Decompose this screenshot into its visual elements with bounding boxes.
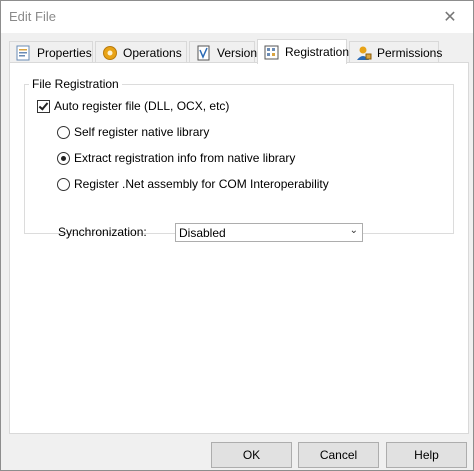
tab-label: Properties (37, 45, 92, 60)
version-icon (197, 45, 210, 60)
option-extract-info[interactable]: Extract registration info from native li… (57, 151, 295, 165)
option-label: Self register native library (74, 125, 210, 139)
title-bar: Edit File ✕ (1, 1, 473, 33)
tab-registration[interactable]: Registration (257, 39, 350, 64)
synchronization-label: Synchronization: (58, 225, 147, 239)
tab-label: Operations (123, 45, 182, 60)
option-label: Extract registration info from native li… (74, 151, 296, 165)
footer-divider (1, 435, 473, 436)
auto-register-label: Auto register file (DLL, OCX, etc) (54, 99, 230, 113)
option-register-net[interactable]: Register .Net assembly for COM Interoper… (57, 177, 329, 191)
self-register-radio[interactable] (57, 125, 70, 139)
sync-label-row: Synchronization: (58, 225, 147, 239)
auto-register-checkbox[interactable] (37, 99, 50, 113)
tab-label: Permissions (377, 45, 443, 60)
cancel-button[interactable]: Cancel (298, 442, 379, 468)
ok-button[interactable]: OK (211, 442, 292, 468)
gear-icon (103, 45, 117, 60)
edit-file-dialog: Edit File ✕ Properties Operations Versio… (0, 0, 474, 471)
tab-label: Registration (285, 45, 350, 59)
group-title: File Registration (29, 77, 122, 91)
auto-register-checkbox-row[interactable]: Auto register file (DLL, OCX, etc) (37, 99, 229, 113)
radio-selected-dot (61, 155, 66, 161)
synchronization-select[interactable]: Disabled ⌄ (175, 223, 363, 242)
option-label: Register .Net assembly for COM Interoper… (74, 177, 329, 191)
tab-version[interactable]: Version (189, 41, 258, 63)
window-title: Edit File (9, 9, 56, 24)
chevron-down-icon: ⌄ (349, 225, 358, 236)
close-icon: ✕ (443, 9, 457, 26)
file-registration-group: File Registration Auto register file (DL… (24, 77, 454, 242)
close-button[interactable]: ✕ (427, 1, 473, 33)
tab-label: Version (217, 45, 258, 60)
properties-icon (16, 45, 30, 60)
user-permissions-icon (357, 46, 372, 60)
select-value: Disabled (179, 225, 226, 240)
option-self-register[interactable]: Self register native library (57, 125, 209, 139)
tab-permissions[interactable]: Permissions (349, 41, 443, 63)
help-button[interactable]: Help (386, 442, 467, 468)
register-net-radio[interactable] (57, 177, 70, 191)
registration-panel: File Registration Auto register file (DL… (9, 62, 469, 434)
tab-properties[interactable]: Properties (9, 41, 93, 63)
checkmark-icon (38, 99, 49, 111)
extract-info-radio[interactable] (57, 151, 70, 165)
tab-operations[interactable]: Operations (95, 41, 187, 63)
tab-strip: Properties Operations Version Registrati… (9, 39, 469, 64)
registration-icon (264, 45, 279, 60)
